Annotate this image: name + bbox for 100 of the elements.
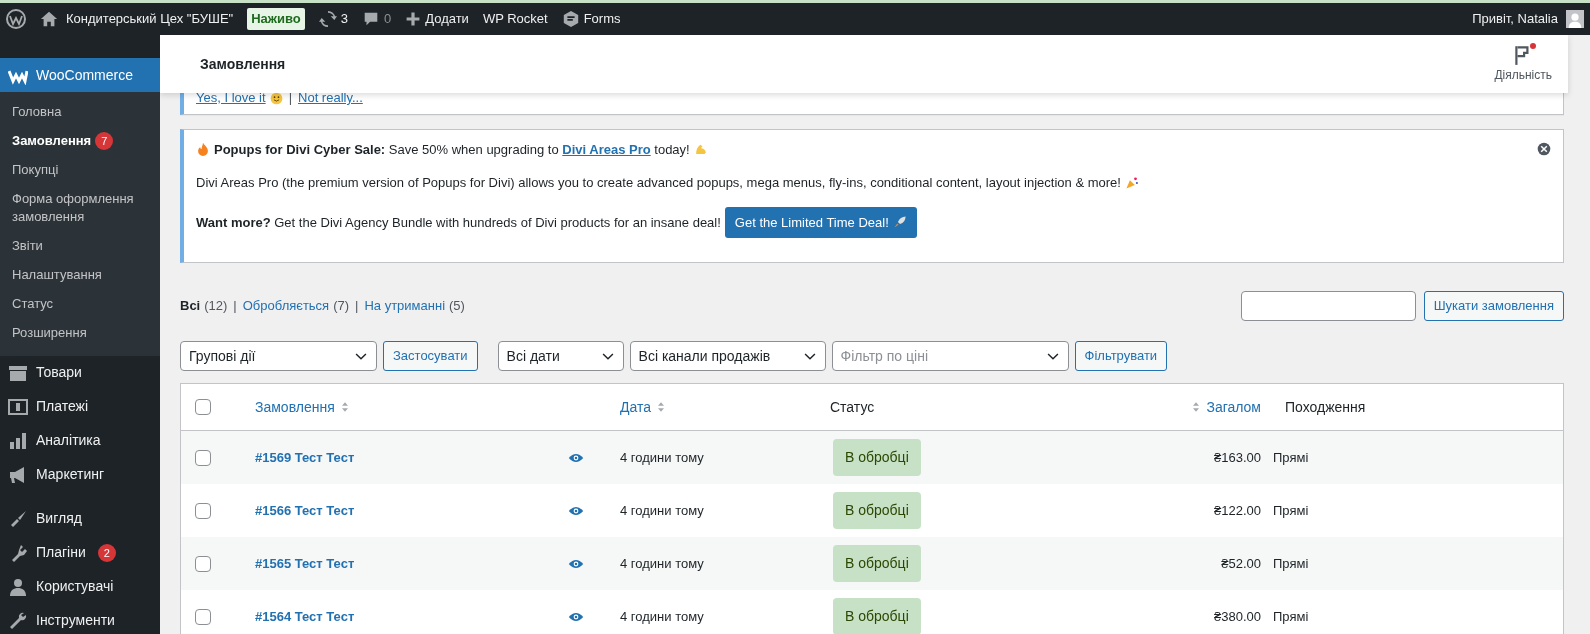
status-badge: В обробці — [833, 598, 921, 634]
row-checkbox[interactable] — [195, 502, 211, 519]
updates-count: 3 — [340, 10, 348, 29]
submenu-item[interactable]: Розширення — [0, 318, 160, 348]
comments-link[interactable]: 0 — [362, 9, 392, 29]
account-link[interactable]: Привіт, Natalia — [1472, 9, 1584, 29]
live-badge: Наживо — [247, 8, 305, 30]
refresh-icon — [318, 10, 337, 28]
table-cell-text: Прямі — [1273, 448, 1310, 467]
search-field[interactable] — [1240, 291, 1416, 321]
submenu-item[interactable]: Покупці — [0, 155, 160, 185]
table-cell-text: ₴163.00 — [1213, 448, 1262, 467]
site-name-link[interactable]: Кондитерський Цех "БУШЕ" — [40, 9, 234, 29]
submenu-item[interactable]: Налаштування — [0, 261, 160, 290]
submenu-item[interactable]: Головна — [0, 98, 160, 127]
greeting: Привіт, Natalia — [1472, 10, 1558, 29]
deal-button[interactable]: Get the Limited Time Deal! — [724, 206, 917, 238]
promo-headline: Popups for Divi Cyber Sale: Save 50% when upgrading to Divi Areas Pro today! — [214, 140, 690, 159]
promo-link[interactable]: Divi Areas Pro — [562, 141, 651, 157]
view-filter-link[interactable]: Всі — [180, 298, 201, 314]
forms-link[interactable]: Forms — [561, 9, 621, 29]
rocket-icon — [892, 215, 907, 230]
page-title: Замовлення — [200, 54, 286, 74]
status-badge: В обробці — [833, 545, 921, 582]
view-count: (7) — [333, 298, 350, 314]
submenu-item[interactable]: Форма оформлення замовлення — [0, 184, 160, 233]
table-cell-text: ₴122.00 — [1213, 501, 1262, 520]
bar-chart-icon — [8, 430, 28, 451]
sidebar-item[interactable]: Вигляд — [0, 501, 160, 536]
filter-button[interactable]: Фільтрувати — [1074, 341, 1168, 371]
table-cell-text: Прямі — [1273, 554, 1310, 573]
link-separator: | — [288, 90, 292, 105]
notice-link[interactable]: Not really... — [298, 90, 363, 105]
column-header: Статус — [830, 397, 875, 417]
date-filter-select[interactable]: Всі дати — [497, 341, 624, 371]
admin-bar-link[interactable]: WP Rocket — [482, 9, 548, 29]
table-cell-text: ₴52.00 — [1220, 554, 1262, 573]
flame-icon — [196, 142, 210, 157]
order-link[interactable]: #1569 Тест Тест — [243, 449, 355, 465]
order-link[interactable]: #1564 Тест Тест — [243, 608, 355, 624]
order-link[interactable]: #1565 Тест Тест — [243, 555, 355, 571]
view-count: (12) — [204, 298, 228, 314]
row-checkbox[interactable] — [195, 449, 211, 466]
smiley-icon — [269, 92, 283, 106]
home-icon — [40, 10, 58, 28]
status-badge: В обробці — [833, 439, 921, 476]
forms-label: Forms — [583, 10, 621, 29]
sidebar-item[interactable]: Товари — [0, 355, 160, 390]
channel-filter-select[interactable]: Всі канали продажів — [629, 341, 826, 371]
promo-cta-text: Want more? Get the Divi Agency Bundle with hundreds of Divi products for an insane deal! — [196, 213, 721, 232]
view-filter-link[interactable]: На утриманні — [364, 298, 446, 314]
notice-link[interactable]: Yes, I love it — [196, 90, 266, 105]
row-checkbox[interactable] — [195, 555, 211, 572]
table-cell-text: 4 години тому — [619, 449, 704, 465]
column-header: Походження — [1285, 397, 1366, 417]
submenu-item[interactable]: Замовлення 7 — [0, 126, 160, 156]
sidebar-item[interactable]: Користувачі — [0, 569, 160, 604]
order-link[interactable]: #1566 Тест Тест — [243, 502, 355, 518]
bulk-actions-select[interactable]: Групові дії — [180, 341, 377, 371]
table-cell-text: 4 години тому — [619, 608, 704, 624]
close-icon[interactable] — [1537, 141, 1551, 156]
party-popper-icon — [1124, 175, 1139, 190]
table-cell-text: ₴380.00 — [1213, 607, 1262, 626]
view-separator: | — [233, 298, 237, 314]
avatar-icon — [1566, 10, 1584, 28]
select-all-checkbox[interactable] — [195, 399, 211, 415]
view-separator: | — [355, 298, 359, 314]
activity-button[interactable]: Діяльність — [1494, 44, 1552, 84]
count-badge: 7 — [95, 131, 114, 150]
apply-button[interactable]: Застосувати — [383, 341, 478, 371]
promo-body: Divi Areas Pro (the premium version of Popups for Divi) allows you to create advanced popups, mega menus, fly-ins, conditional content, layout injection & more! — [196, 174, 1121, 192]
sidebar-item[interactable]: WooCommerce — [0, 58, 160, 92]
status-badge: В обробці — [833, 492, 921, 529]
add-label: Додати — [425, 10, 469, 29]
submenu-item[interactable]: Статус — [0, 289, 160, 319]
hexagon-icon — [561, 10, 580, 28]
sidebar-item[interactable]: Аналітика — [0, 423, 160, 458]
sidebar-item[interactable]: Платежі — [0, 389, 160, 424]
table-cell-text: 4 години тому — [619, 555, 704, 571]
logo-icon[interactable] — [6, 9, 26, 29]
row-checkbox[interactable] — [195, 608, 211, 625]
column-sort-link[interactable]: Дата — [620, 396, 651, 418]
plus-icon — [405, 11, 422, 27]
sidebar-item[interactable]: Маркетинг — [0, 457, 160, 492]
sort-icon — [655, 400, 667, 414]
count-badge: 2 — [97, 543, 116, 562]
wrench-icon — [8, 610, 28, 631]
submenu-item[interactable]: Звіти — [0, 232, 160, 262]
table-cell-text: 4 години тому — [619, 502, 704, 518]
view-count: (5) — [449, 298, 465, 314]
sidebar-item[interactable]: Інструменти — [0, 603, 160, 634]
column-sort-link[interactable]: Замовлення — [255, 396, 335, 418]
add-new-link[interactable]: Додати — [405, 9, 469, 29]
column-sort-link[interactable]: Загалом — [1206, 396, 1261, 418]
site-name: Кондитерський Цех "БУШЕ" — [66, 10, 234, 29]
view-filter-link[interactable]: Обробляється — [242, 298, 330, 314]
updates-link[interactable]: 3 — [318, 9, 348, 29]
sidebar-item[interactable]: Плагіни 2 — [0, 535, 160, 570]
search-button[interactable]: Шукати замовлення — [1423, 291, 1564, 321]
comments-count: 0 — [384, 10, 392, 29]
